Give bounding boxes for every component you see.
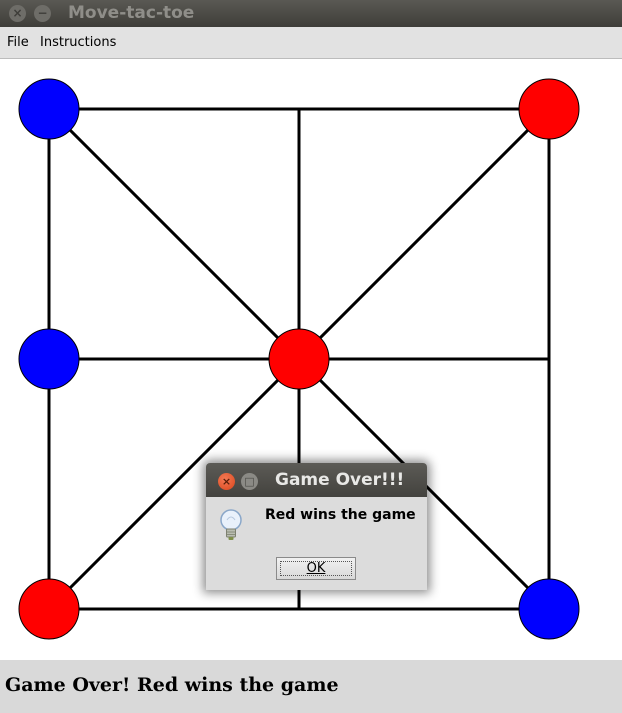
dialog-close-icon[interactable]: × [218, 473, 235, 490]
blue-piece-bottom-right[interactable] [518, 578, 580, 640]
ok-button[interactable]: OK [276, 557, 356, 580]
menu-instructions[interactable]: Instructions [40, 35, 116, 50]
red-piece-bottom-left[interactable] [18, 578, 80, 640]
menu-file[interactable]: File [7, 35, 29, 50]
title-bar: × − Move-tac-toe [0, 0, 622, 27]
status-text: Game Over! Red wins the game [5, 674, 339, 696]
blue-piece-top-left[interactable] [18, 78, 80, 140]
red-piece-center[interactable] [268, 328, 330, 390]
status-bar: Game Over! Red wins the game [0, 660, 622, 713]
dialog-message: Red wins the game [265, 507, 416, 523]
red-piece-top-right[interactable] [518, 78, 580, 140]
window-title: Move-tac-toe [68, 3, 195, 23]
minimize-icon[interactable]: − [34, 5, 51, 22]
lightbulb-icon [220, 509, 242, 540]
menu-bar: File Instructions [0, 27, 622, 59]
dialog-maximize-icon[interactable]: □ [241, 473, 258, 490]
blue-piece-middle-left[interactable] [18, 328, 80, 390]
game-over-dialog: × □ Game Over!!! Red wins the game OK [206, 463, 427, 590]
dialog-title-bar: × □ Game Over!!! [206, 463, 427, 497]
dialog-title: Game Over!!! [275, 470, 405, 490]
focus-ring [280, 561, 352, 576]
close-icon[interactable]: × [9, 5, 26, 22]
